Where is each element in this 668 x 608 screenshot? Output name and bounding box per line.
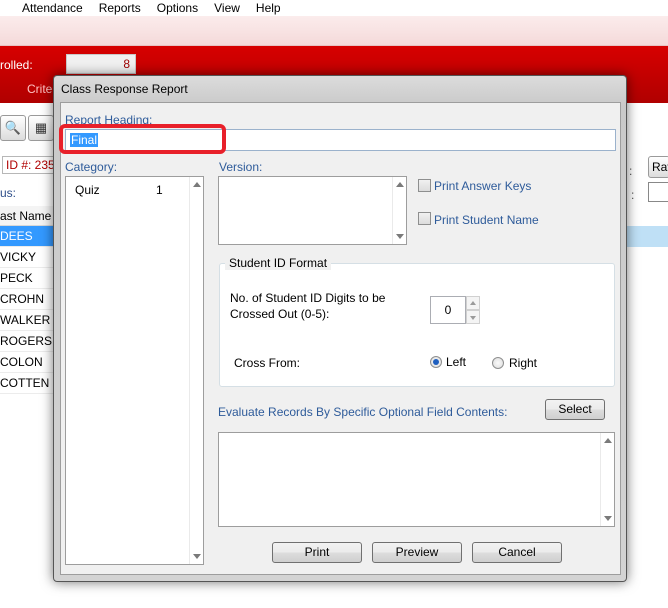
- digits-label: No. of Student ID Digits to be Crossed O…: [230, 290, 385, 322]
- scroll-up-icon[interactable]: [193, 182, 201, 187]
- optional-field-contents-list[interactable]: [218, 432, 615, 527]
- category-item-count: 1: [156, 183, 163, 197]
- student-name-list: DEES VICKY PECK CROHN WALKER ROGERS COLO…: [0, 226, 56, 394]
- list-item[interactable]: CROHN: [0, 289, 56, 310]
- list-item[interactable]: COLON: [0, 352, 56, 373]
- student-id-format-group: Student ID Format No. of Student ID Digi…: [219, 256, 615, 387]
- cross-from-left-label[interactable]: Left: [446, 354, 466, 370]
- enrolled-label: rolled:: [0, 58, 33, 72]
- cross-from-left-radio[interactable]: [430, 356, 442, 368]
- dialog-title: Class Response Report: [61, 82, 188, 96]
- scroll-down-icon[interactable]: [193, 554, 201, 559]
- criteria-tab[interactable]: Crite: [27, 82, 52, 96]
- category-scrollbar[interactable]: [189, 177, 203, 564]
- evaluate-records-label: Evaluate Records By Specific Optional Fi…: [218, 405, 508, 419]
- menu-attendance[interactable]: Attendance: [0, 1, 91, 15]
- search-tool-button[interactable]: 🔍: [0, 115, 26, 141]
- digits-label-line1: No. of Student ID Digits to be: [230, 291, 386, 305]
- cross-from-label: Cross From:: [234, 356, 300, 370]
- list-item[interactable]: VICKY: [0, 247, 56, 268]
- list-item[interactable]: COTTEN: [0, 373, 56, 394]
- scroll-down-icon[interactable]: [604, 516, 612, 521]
- menu-view[interactable]: View: [206, 1, 248, 15]
- preview-button[interactable]: Preview: [372, 542, 462, 563]
- category-list[interactable]: Quiz 1: [65, 176, 204, 565]
- table-tool-button[interactable]: ▦: [28, 115, 54, 141]
- class-response-report-dialog: Class Response Report Report Heading: Fi…: [53, 75, 627, 582]
- raw-button[interactable]: Rav: [648, 156, 668, 178]
- dialog-body: Report Heading: Final Category: Quiz 1 V…: [59, 102, 621, 575]
- print-answer-keys-label[interactable]: Print Answer Keys: [434, 179, 531, 193]
- digits-value[interactable]: 0: [430, 296, 466, 324]
- field-scrollbar[interactable]: [600, 433, 614, 526]
- stepper-up-icon[interactable]: [466, 296, 480, 310]
- menu-bar: Attendance Reports Options View Help: [0, 0, 668, 16]
- scroll-up-icon[interactable]: [396, 182, 404, 187]
- ribbon-strip: [0, 16, 668, 46]
- select-button[interactable]: Select: [545, 399, 605, 420]
- category-item-name[interactable]: Quiz: [75, 183, 100, 197]
- print-button[interactable]: Print: [272, 542, 362, 563]
- raw-input[interactable]: [648, 182, 668, 202]
- stepper-down-icon[interactable]: [466, 310, 480, 324]
- version-label: Version:: [219, 160, 263, 174]
- print-answer-keys-checkbox[interactable]: [418, 179, 431, 192]
- separator-mark: :: [631, 188, 635, 202]
- menu-help[interactable]: Help: [248, 1, 289, 15]
- category-label: Category:: [65, 160, 118, 174]
- menu-options[interactable]: Options: [149, 1, 206, 15]
- version-scrollbar[interactable]: [392, 177, 406, 244]
- list-item[interactable]: ROGERS: [0, 331, 56, 352]
- version-list[interactable]: [218, 176, 407, 245]
- print-student-name-checkbox[interactable]: [418, 212, 431, 225]
- digits-label-line2: Crossed Out (0-5):: [230, 307, 330, 321]
- enrolled-count: 8: [66, 54, 136, 74]
- highlight-box: [59, 124, 226, 154]
- list-item[interactable]: DEES: [0, 226, 56, 247]
- cross-from-right-radio[interactable]: [492, 357, 504, 369]
- last-name-column-header[interactable]: ast Name: [0, 206, 56, 226]
- separator-mark: :: [629, 164, 633, 178]
- selected-row-highlight: [626, 226, 668, 247]
- scroll-down-icon[interactable]: [396, 234, 404, 239]
- list-item[interactable]: PECK: [0, 268, 56, 289]
- cancel-button[interactable]: Cancel: [472, 542, 562, 563]
- cross-from-right-label[interactable]: Right: [509, 355, 537, 371]
- menu-reports[interactable]: Reports: [91, 1, 149, 15]
- student-id-format-title: Student ID Format: [225, 256, 332, 270]
- scroll-up-icon[interactable]: [604, 438, 612, 443]
- list-item[interactable]: WALKER: [0, 310, 56, 331]
- status-label: us:: [0, 186, 17, 200]
- digits-stepper[interactable]: 0: [430, 296, 480, 324]
- print-student-name-label[interactable]: Print Student Name: [434, 213, 539, 227]
